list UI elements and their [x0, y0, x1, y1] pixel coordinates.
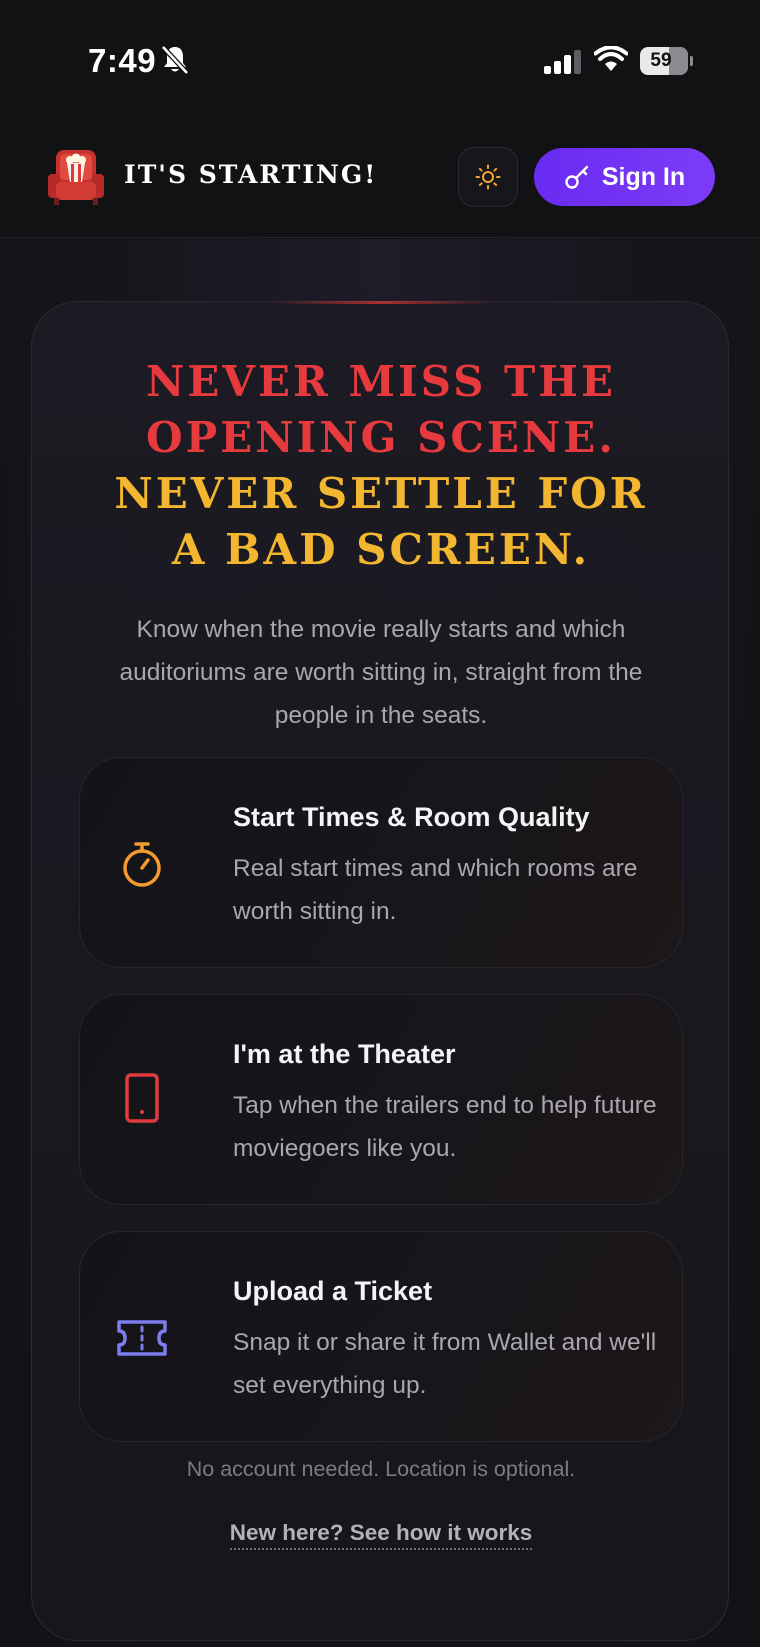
brand-name: IT'S STARTING! [124, 160, 378, 189]
ticket-icon [117, 1320, 167, 1356]
card-glow [272, 301, 492, 304]
feature-card-start-times: Start Times & Room Quality Real start ti… [79, 757, 683, 968]
sign-in-label: Sign In [601, 162, 686, 191]
privacy-note: No account needed. Location is optional. [186, 1457, 576, 1481]
headline-line-3: NEVER SETTLE FOR [114, 469, 648, 518]
hero-card: NEVER MISS THE OPENING SCENE. NEVER SETT… [31, 301, 729, 1641]
bell-muted-icon [161, 45, 189, 75]
how-it-works-link-wrap: New here? See how it works [32, 1520, 730, 1550]
theater-seat-logo-icon [48, 150, 104, 205]
feature-card-upload-ticket: Upload a Ticket Snap it or share it from… [79, 1231, 683, 1442]
hero-subtitle: Know when the movie really starts and wh… [119, 616, 643, 729]
theme-toggle-button[interactable] [458, 147, 518, 207]
status-bar: 7:49 59 [0, 0, 760, 120]
feature-description: Tap when the trailers end to help future… [233, 1092, 657, 1162]
sun-icon [475, 164, 501, 190]
stopwatch-icon [123, 842, 161, 887]
how-it-works-link[interactable]: New here? See how it works [229, 1520, 533, 1550]
feature-title: I'm at the Theater [233, 1039, 456, 1069]
wifi-icon [594, 46, 628, 71]
battery-indicator: 59 [640, 47, 693, 75]
app-header: IT'S STARTING! Sign In [0, 120, 760, 238]
battery-level: 59 [650, 50, 672, 71]
feature-description: Real start times and which rooms are wor… [233, 855, 638, 925]
sign-in-button[interactable]: Sign In [534, 148, 715, 206]
phone-icon [125, 1073, 159, 1123]
feature-description: Snap it or share it from Wallet and we'l… [233, 1329, 657, 1399]
key-icon [565, 165, 589, 189]
hero-headline: NEVER MISS THE OPENING SCENE. NEVER SETT… [32, 354, 730, 578]
headline-line-4: A BAD SCREEN. [171, 525, 591, 574]
feature-title: Start Times & Room Quality [233, 802, 590, 832]
main-content: NEVER MISS THE OPENING SCENE. NEVER SETT… [0, 239, 760, 1647]
cellular-signal-icon [544, 50, 581, 74]
status-time: 7:49 [88, 42, 157, 79]
feature-card-at-theater: I'm at the Theater Tap when the trailers… [79, 994, 683, 1205]
headline-line-2: OPENING SCENE. [146, 413, 616, 462]
feature-title: Upload a Ticket [233, 1276, 433, 1306]
headline-line-1: NEVER MISS THE [146, 357, 616, 406]
